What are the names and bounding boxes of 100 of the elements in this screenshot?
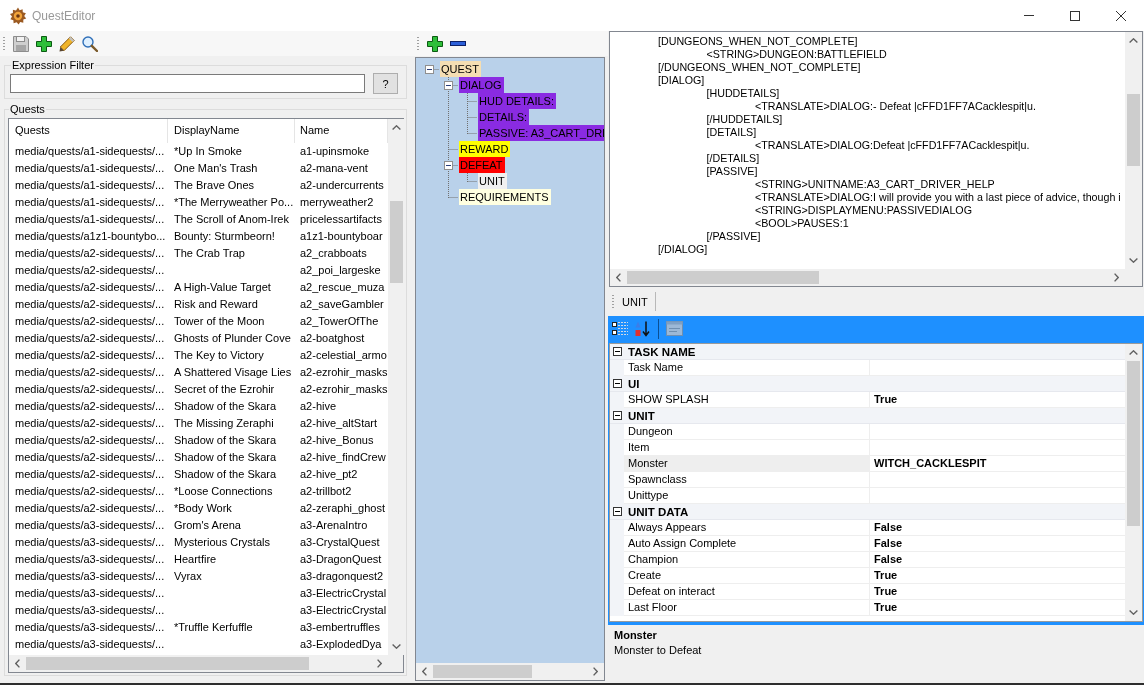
property-value-field[interactable]: WITCH_CACKLESPIT (870, 456, 1125, 472)
property-name[interactable]: SHOW SPLASH (624, 392, 870, 408)
tree-node[interactable]: DETAILS: (478, 109, 530, 125)
tree-node[interactable]: QUEST (440, 61, 481, 77)
script-text-field[interactable] (609, 31, 1143, 287)
table-cell: A High-Value Target (174, 281, 271, 293)
collapse-icon[interactable] (613, 507, 622, 516)
table-cell: media/quests/a2-sidequests/... (15, 281, 165, 293)
table-cell: Heartfire (174, 553, 217, 565)
plus-icon[interactable] (36, 35, 52, 52)
property-name[interactable]: Monster (624, 456, 870, 472)
table-cell: *Up In Smoke (174, 145, 242, 157)
table-cell: a2_TowerOfThe (300, 315, 379, 327)
chevron-up-icon[interactable] (1129, 350, 1138, 355)
property-name[interactable]: Last Floor (624, 600, 870, 616)
scrollbar-thumb[interactable] (26, 657, 309, 670)
collapse-icon[interactable] (613, 379, 622, 388)
property-name[interactable]: Unittype (624, 488, 870, 504)
property-value-field[interactable] (870, 360, 1125, 376)
plus-icon[interactable] (427, 35, 443, 52)
property-value-field[interactable]: True (870, 600, 1125, 616)
table-cell: a2-hive_Bonus (300, 434, 374, 446)
sort-icon[interactable] (635, 320, 651, 337)
table-cell: a3-ElectricCrystal (300, 587, 387, 599)
property-value-field[interactable]: True (870, 392, 1125, 408)
maximize-icon (1070, 10, 1080, 21)
chevron-down-icon[interactable] (1129, 258, 1138, 263)
table-cell: a2-celestial_armo (300, 349, 387, 361)
table-cell: a2-mana-vent (300, 162, 368, 174)
table-cell: a2-hive_altStart (300, 417, 378, 429)
tree-node[interactable]: DEFEAT (459, 157, 505, 173)
chevron-left-icon[interactable] (422, 667, 427, 676)
table-cell: a2-undercurrents (300, 179, 384, 191)
chevron-left-icon[interactable] (616, 273, 621, 282)
property-name[interactable]: Auto Assign Complete (624, 536, 870, 552)
help-button[interactable]: ? (373, 73, 398, 94)
property-value-field[interactable] (870, 424, 1125, 440)
property-name[interactable]: Task Name (624, 360, 870, 376)
table-cell: Bounty: Sturmbeorn! (174, 230, 275, 242)
table-cell: media/quests/a3-sidequests/... (15, 570, 165, 582)
scrollbar-thumb[interactable] (433, 665, 532, 678)
tree-node[interactable]: HUD DETAILS: (478, 93, 556, 109)
table-cell: a2-zeraphi_ghost (300, 502, 385, 514)
property-name[interactable]: Dungeon (624, 424, 870, 440)
table-cell: media/quests/a2-sidequests/... (15, 434, 165, 446)
script-line: <STRING>DISPLAYMENU:PASSIVEDIALOG (755, 204, 972, 217)
minus-icon[interactable] (450, 41, 466, 46)
scrollbar-thumb[interactable] (390, 201, 403, 283)
chevron-right-icon[interactable] (1114, 273, 1119, 282)
pencil-icon[interactable] (59, 35, 75, 52)
property-name[interactable]: Spawnclass (624, 472, 870, 488)
categorized-list-icon[interactable] (612, 321, 628, 336)
collapse-icon[interactable] (444, 80, 453, 90)
table-cell: The Missing Zeraphi (174, 417, 274, 429)
property-name[interactable]: Champion (624, 552, 870, 568)
chevron-down-icon[interactable] (1129, 610, 1138, 615)
script-line: [HUDDETAILS] (706, 87, 780, 100)
collapse-icon[interactable] (613, 411, 622, 420)
property-value-field[interactable]: False (870, 520, 1125, 536)
tree-node[interactable]: UNIT (478, 173, 507, 189)
collapse-icon[interactable] (613, 347, 622, 356)
scrollbar-thumb[interactable] (1127, 93, 1140, 166)
property-value-field[interactable]: True (870, 584, 1125, 600)
minimize-icon (1024, 15, 1034, 16)
table-cell: a2-hive_pt2 (300, 468, 358, 480)
chevron-left-icon[interactable] (15, 659, 20, 668)
table-cell: media/quests/a2-sidequests/... (15, 247, 165, 259)
tree-node[interactable]: DIALOG (459, 77, 504, 93)
search-icon[interactable] (82, 35, 98, 52)
chevron-down-icon[interactable] (392, 644, 401, 649)
table-cell: media/quests/a2-sidequests/... (15, 349, 165, 361)
tree-node[interactable]: REWARD (459, 141, 511, 157)
chevron-right-icon[interactable] (377, 659, 382, 668)
property-value-field[interactable]: False (870, 552, 1125, 568)
property-name[interactable]: Item (624, 440, 870, 456)
collapse-icon[interactable] (425, 64, 434, 74)
property-name[interactable]: Defeat on interact (624, 584, 870, 600)
expression-filter-field[interactable] (10, 74, 365, 93)
table-cell: media/quests/a2-sidequests/... (15, 468, 165, 480)
property-name[interactable]: Always Appears (624, 520, 870, 536)
tree-node[interactable]: REQUIREMENTS (459, 189, 551, 205)
table-cell: media/quests/a3-sidequests/... (15, 553, 165, 565)
vertical-scrollbar[interactable] (388, 119, 405, 655)
chevron-right-icon[interactable] (593, 667, 598, 676)
table-cell: a3-ArenaIntro (300, 519, 368, 531)
table-cell: media/quests/a2-sidequests/... (15, 332, 165, 344)
chevron-up-icon[interactable] (392, 125, 401, 130)
property-value-field[interactable]: False (870, 536, 1125, 552)
scrollbar-thumb[interactable] (627, 271, 820, 284)
vertical-scrollbar[interactable] (1125, 344, 1142, 621)
table-cell: merryweather2 (300, 196, 374, 208)
collapse-icon[interactable] (444, 160, 453, 170)
property-value-field[interactable]: True (870, 568, 1125, 584)
script-line: [/DUNGEONS_WHEN_NOT_COMPLETE] (658, 61, 861, 74)
scrollbar-thumb[interactable] (1127, 361, 1140, 527)
table-cell: Ghosts of Plunder Cove (174, 332, 291, 344)
group-label: Quests (9, 103, 46, 116)
chevron-up-icon[interactable] (1129, 38, 1138, 43)
property-name[interactable]: Create (624, 568, 870, 584)
tree-node[interactable]: PASSIVE: A3_CART_DRI (478, 125, 604, 141)
